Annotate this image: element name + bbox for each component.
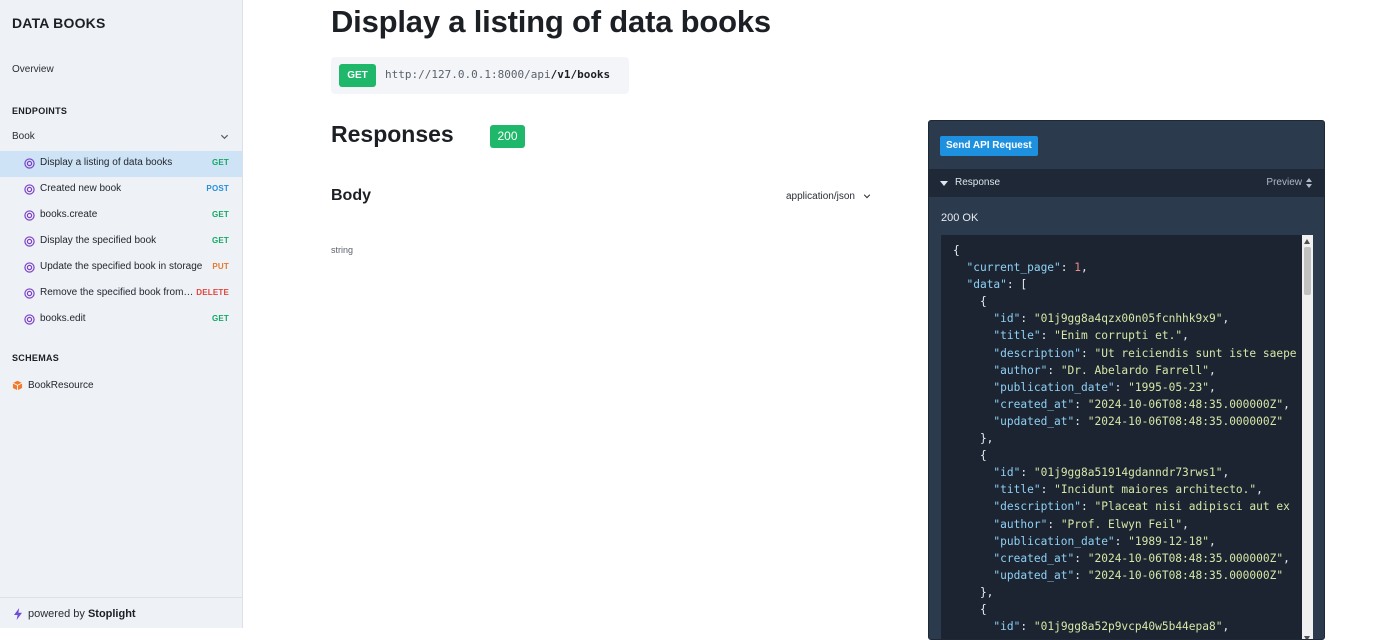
status-code-tab[interactable]: 200 xyxy=(490,125,525,148)
footer-prefix: powered by xyxy=(28,608,88,620)
response-code-viewer[interactable]: { "current_page": 1, "data": [ { "id": "… xyxy=(941,235,1313,639)
sidebar-item-update-book[interactable]: Update the specified book in storage PUT xyxy=(0,255,242,281)
body-title: Body xyxy=(331,187,371,204)
code-line: { xyxy=(953,449,987,463)
sidebar-item-books-edit[interactable]: books.edit GET xyxy=(0,307,242,333)
response-status-text: 200 OK xyxy=(941,212,979,224)
code-line: }, xyxy=(953,432,994,446)
scrollbar-thumb[interactable] xyxy=(1304,247,1311,295)
code-line: "id": "01j9gg8a51914gdanndr73rws1", xyxy=(993,466,1230,480)
preview-select[interactable]: Preview xyxy=(1266,177,1302,188)
content-type-value: application/json xyxy=(786,191,855,202)
endpoints-section-title: ENDPOINTS xyxy=(12,106,68,116)
endpoint-label: books.edit xyxy=(40,313,86,324)
footer-brand: Stoplight xyxy=(87,608,136,620)
code-line: "created_at": "2024-10-06T08:48:35.00000… xyxy=(993,551,1290,565)
chevron-down-icon xyxy=(220,134,229,140)
method-badge: GET xyxy=(211,158,229,167)
endpoint-label: books.create xyxy=(40,209,98,220)
caret-down-icon xyxy=(940,181,948,186)
code-line: "current_page": 1, xyxy=(966,261,1088,275)
code-line: "title": "Incidunt maiores architecto.", xyxy=(993,483,1263,497)
code-line: "created_at": "2024-10-06T08:48:35.00000… xyxy=(993,397,1290,411)
cube-icon xyxy=(12,380,23,391)
endpoint-target-icon xyxy=(24,262,35,273)
code-line: "updated_at": "2024-10-06T08:48:35.00000… xyxy=(993,414,1284,428)
endpoint-label: Update the specified book in storage xyxy=(40,261,203,272)
powered-by-footer[interactable]: powered by Stoplight xyxy=(0,597,242,628)
code-line: "data": [ xyxy=(966,278,1028,292)
schemas-section-title: SCHEMAS xyxy=(12,353,60,363)
endpoint-target-icon xyxy=(24,184,35,195)
sidebar-item-create-book[interactable]: Created new book POST xyxy=(0,177,242,203)
response-label: Response xyxy=(955,177,1001,188)
try-it-panel: Send API Request Response Preview 200 OK… xyxy=(928,120,1325,640)
code-line: "id": "01j9gg8a4qzx00n05fcnhhk9x9", xyxy=(993,312,1230,326)
endpoint-url-box: GET http://127.0.0.1:8000/api/v1/books xyxy=(331,57,629,94)
code-line: "publication_date": "1989-12-18", xyxy=(993,534,1216,548)
method-badge: PUT xyxy=(212,262,229,271)
group-book-toggle[interactable]: Book xyxy=(0,126,242,148)
method-badge: GET xyxy=(211,236,229,245)
page-title: Display a listing of data books xyxy=(331,4,771,39)
code-line: "description": "Ut reiciendis sunt iste … xyxy=(993,346,1297,360)
code-line: { xyxy=(953,295,987,309)
sidebar-item-show-book[interactable]: Display the specified book GET xyxy=(0,229,242,255)
code-line: "author": "Prof. Elwyn Feil", xyxy=(993,517,1189,531)
code-line: "title": "Enim corrupti et.", xyxy=(993,329,1189,343)
endpoint-label: Remove the specified book from storage xyxy=(40,287,195,298)
code-line: "publication_date": "1995-05-23", xyxy=(993,380,1216,394)
sidebar-item-overview[interactable]: Overview xyxy=(12,64,54,75)
endpoint-target-icon xyxy=(24,158,35,169)
sidebar-item-delete-book[interactable]: Remove the specified book from storage D… xyxy=(0,281,242,307)
endpoint-label: Created new book xyxy=(40,183,122,194)
sidebar-item-book-resource[interactable]: BookResource xyxy=(0,376,242,396)
endpoint-url: http://127.0.0.1:8000/api/v1/books xyxy=(385,68,610,81)
group-book-label: Book xyxy=(12,131,35,142)
url-base: http://127.0.0.1:8000/api xyxy=(385,68,551,81)
scroll-up-arrow-icon[interactable] xyxy=(1304,239,1310,244)
http-method-badge: GET xyxy=(339,64,376,87)
footer-text: powered by Stoplight xyxy=(28,608,136,620)
method-badge: POST xyxy=(206,184,229,193)
code-line: { xyxy=(953,602,987,616)
url-path: /v1/books xyxy=(550,68,611,81)
endpoint-label: Display a listing of data books xyxy=(40,157,173,168)
endpoint-target-icon xyxy=(24,288,35,299)
method-badge: GET xyxy=(211,210,229,219)
responses-title: Responses xyxy=(331,121,454,147)
scroll-down-arrow-icon[interactable] xyxy=(1304,636,1310,639)
code-line: "updated_at": "2024-10-06T08:48:35.00000… xyxy=(993,568,1284,582)
code-line: "author": "Dr. Abelardo Farrell", xyxy=(993,363,1216,377)
method-badge: GET xyxy=(211,314,229,323)
response-json-code: { "current_page": 1, "data": [ { "id": "… xyxy=(953,242,1297,635)
sort-arrows-icon xyxy=(1306,178,1312,188)
content-type-select[interactable]: application/json xyxy=(786,191,871,202)
endpoint-target-icon xyxy=(24,314,35,325)
sidebar-item-books-create[interactable]: books.create GET xyxy=(0,203,242,229)
sidebar-brand[interactable]: DATA BOOKS xyxy=(12,15,106,31)
schema-label: BookResource xyxy=(28,380,94,391)
code-line: "description": "Placeat nisi adipisci au… xyxy=(993,500,1290,514)
response-header-bar[interactable]: Response Preview xyxy=(929,169,1324,197)
endpoint-label: Display the specified book xyxy=(40,235,157,246)
code-scrollbar[interactable] xyxy=(1302,235,1313,639)
endpoint-target-icon xyxy=(24,210,35,221)
sidebar-item-list-books[interactable]: Display a listing of data books GET xyxy=(0,151,242,177)
chevron-down-icon xyxy=(863,194,870,199)
code-line: "id": "01j9gg8a52p9vcp40w5b44epa8", xyxy=(993,620,1230,634)
bolt-icon xyxy=(14,608,22,620)
code-line: { xyxy=(953,244,960,257)
endpoint-target-icon xyxy=(24,236,35,247)
body-schema-type: string xyxy=(331,245,354,255)
code-line: }, xyxy=(953,585,994,599)
method-badge: DELETE xyxy=(196,288,229,297)
send-api-request-button[interactable]: Send API Request xyxy=(940,136,1038,156)
sidebar: DATA BOOKS Overview ENDPOINTS Book Displ… xyxy=(0,0,243,628)
